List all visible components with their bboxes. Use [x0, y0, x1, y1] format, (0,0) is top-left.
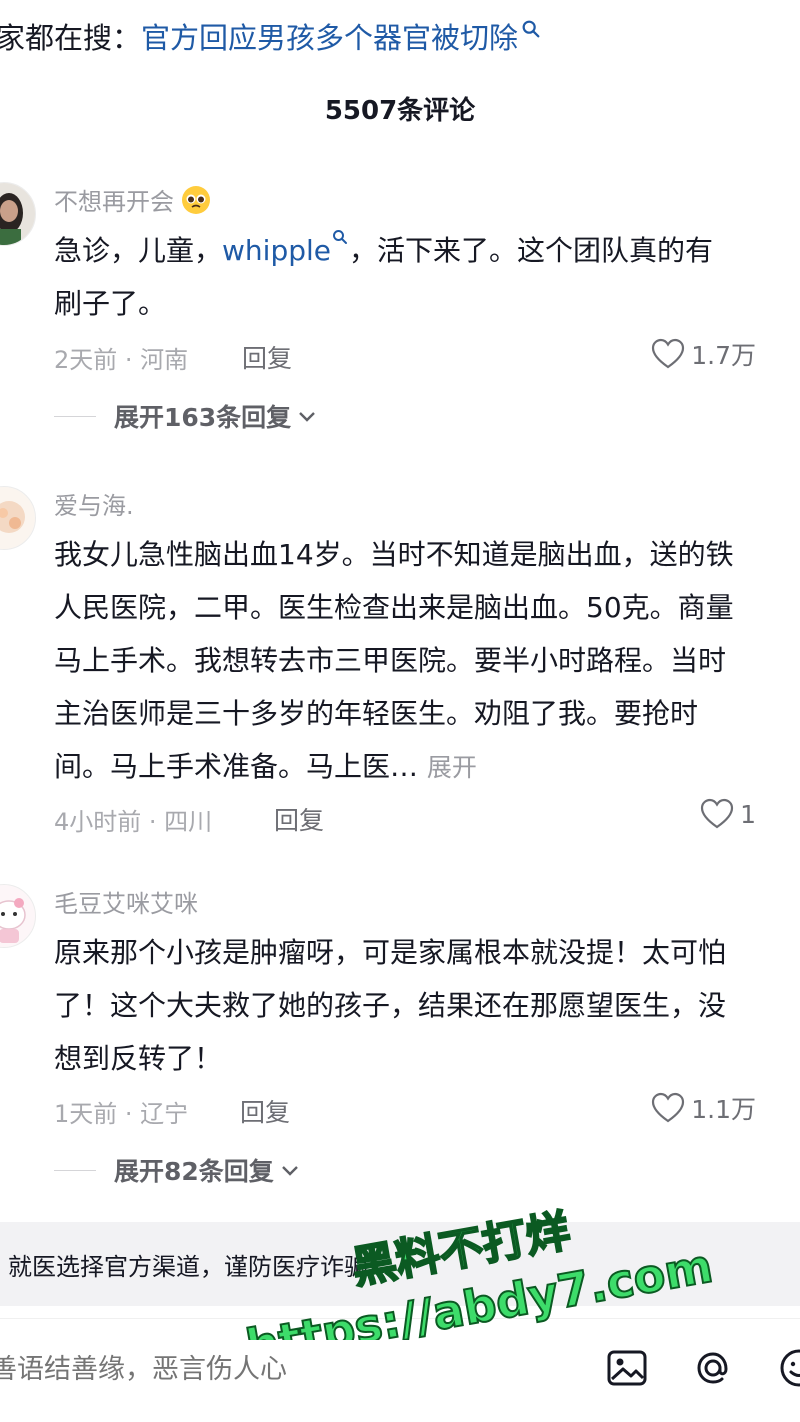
like-button[interactable]: 1.7万	[651, 336, 756, 372]
search-banner-label: 家都在搜：	[0, 21, 142, 55]
expand-replies-button[interactable]: 展开82条回复	[54, 1152, 300, 1188]
comments-count-title: 5507条评论	[324, 96, 476, 126]
pleading-face-emoji-icon	[182, 185, 210, 214]
reply-button[interactable]: 回复	[274, 801, 324, 837]
reply-button[interactable]: 回复	[240, 1093, 290, 1129]
chevron-down-icon	[299, 412, 316, 422]
avatar[interactable]	[0, 486, 36, 550]
comment-time-location: 4小时前 · 四川	[54, 808, 213, 836]
heart-icon	[652, 1092, 685, 1123]
comment-text: 我女儿急性脑出血14岁。当时不知道是脑出血，送的铁 人民医院，二甲。医生检查出来…	[54, 538, 734, 783]
comment-text: 急诊，儿童，whipple ，活下来了。这个团队真的有 刷子了。	[54, 224, 800, 330]
comment-input-bar	[0, 1318, 800, 1422]
at-mention-icon[interactable]	[690, 1345, 736, 1391]
notice-text: 就医选择官方渠道，谨防医疗诈骗	[8, 1252, 368, 1281]
like-count: 1.1万	[691, 1095, 756, 1124]
search-icon	[333, 230, 347, 244]
search-suggestion-banner[interactable]: 家都在搜： 官方回应男孩多个器官被切除	[0, 10, 542, 62]
like-count: 1.7万	[691, 341, 756, 370]
comment-time-location: 2天前 · 河南	[54, 346, 189, 374]
emoji-icon[interactable]	[776, 1345, 800, 1391]
divider	[54, 415, 96, 417]
comment-text: 原来那个小孩是肿瘤呀，可是家属根本就没提！太可怕 了！这个大夫救了她的孩子，结果…	[54, 936, 727, 1075]
heart-icon	[700, 798, 734, 829]
like-button[interactable]: 1	[700, 798, 756, 830]
search-icon	[522, 20, 540, 38]
comment-username[interactable]: 不想再开会	[54, 182, 212, 217]
avatar[interactable]	[0, 182, 36, 246]
reply-button[interactable]: 回复	[242, 339, 292, 375]
search-topic-link[interactable]: 官方回应男孩多个器官被切除	[141, 15, 518, 57]
safety-notice-bar: 就医选择官方渠道，谨防医疗诈骗	[0, 1222, 800, 1306]
heart-icon	[652, 338, 685, 369]
chevron-down-icon	[281, 1166, 298, 1176]
divider	[54, 1169, 96, 1171]
keyword-link[interactable]: whipple	[222, 234, 331, 267]
image-icon[interactable]	[604, 1345, 650, 1391]
like-count: 1	[740, 799, 756, 829]
comment-time-location: 1天前 · 辽宁	[54, 1100, 189, 1128]
comment-input[interactable]	[0, 1341, 550, 1397]
avatar[interactable]	[0, 884, 36, 948]
like-button[interactable]: 1.1万	[651, 1090, 756, 1126]
expand-text-button[interactable]: 展开	[427, 753, 477, 782]
expand-replies-button[interactable]: 展开163条回复	[54, 398, 317, 434]
comment-username[interactable]: 爱与海.	[54, 486, 134, 521]
comment-username[interactable]: 毛豆艾咪艾咪	[54, 884, 198, 919]
